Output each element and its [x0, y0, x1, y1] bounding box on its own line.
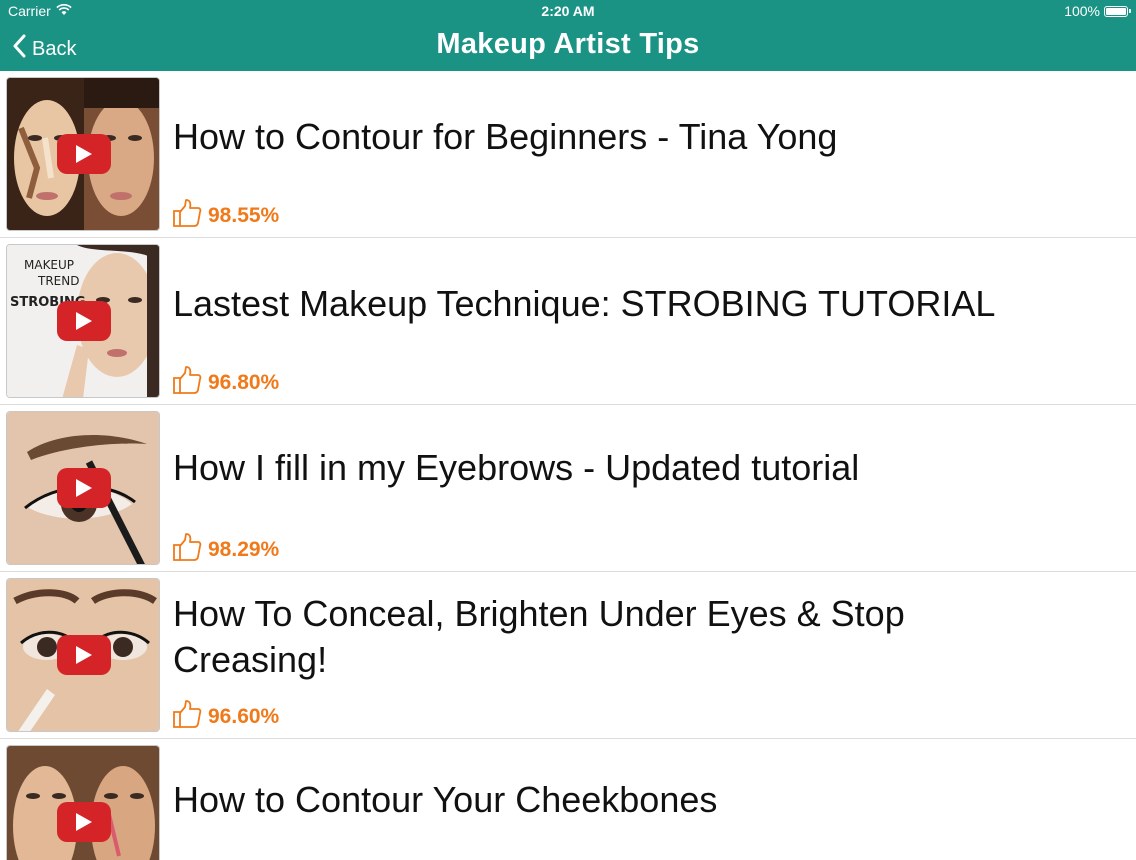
- play-icon: [57, 635, 111, 675]
- top-bar: Carrier 2:20 AM 100% Back Makeup Artist …: [0, 0, 1136, 71]
- video-row[interactable]: How I fill in my Eyebrows - Updated tuto…: [0, 405, 1136, 572]
- video-rating: 98.29%: [172, 532, 279, 568]
- battery-percent: 100%: [1064, 3, 1100, 19]
- thumbs-up-icon: [172, 532, 202, 568]
- thumbs-up-icon: [172, 198, 202, 234]
- battery-icon: [1104, 5, 1131, 17]
- rating-value: 98.55%: [208, 204, 280, 227]
- status-time: 2:20 AM: [541, 3, 595, 19]
- video-title: How To Conceal, Brighten Under Eyes & St…: [173, 593, 905, 680]
- video-row[interactable]: How to Contour for Beginners - Tina Yong…: [0, 71, 1136, 238]
- video-rating: 98.55%: [172, 198, 279, 234]
- play-icon: [57, 802, 111, 842]
- navigation-bar: Back Makeup Artist Tips: [0, 22, 1136, 71]
- video-thumbnail[interactable]: [6, 77, 160, 231]
- thumbs-up-icon: [172, 365, 202, 401]
- video-rating: 96.60%: [172, 699, 279, 735]
- video-rating: 96.80%: [172, 365, 279, 401]
- rating-value: 96.80%: [208, 371, 280, 394]
- video-title: How I fill in my Eyebrows - Updated tuto…: [173, 447, 860, 488]
- rating-value: 98.29%: [208, 538, 280, 561]
- battery-indicator: 100%: [1064, 3, 1131, 19]
- status-bar: Carrier 2:20 AM 100%: [0, 0, 1136, 22]
- video-thumbnail[interactable]: [6, 578, 160, 732]
- page-title: Makeup Artist Tips: [436, 28, 700, 60]
- thumbs-up-icon: [172, 699, 202, 735]
- video-title: Lastest Makeup Technique: STROBING TUTOR…: [173, 283, 996, 324]
- rating-value: 96.60%: [208, 705, 280, 728]
- video-thumbnail[interactable]: [6, 745, 160, 860]
- video-list: How to Contour for Beginners - Tina Yong…: [0, 71, 1136, 860]
- video-row[interactable]: How To Conceal, Brighten Under Eyes & St…: [0, 572, 1136, 739]
- video-title: How to Contour Your Cheekbones: [173, 779, 718, 820]
- play-icon: [57, 134, 111, 174]
- play-icon: [57, 301, 111, 341]
- video-thumbnail[interactable]: MAKEUP TREND STROBING: [6, 244, 160, 398]
- play-icon: [57, 468, 111, 508]
- video-title: How to Contour for Beginners - Tina Yong: [173, 116, 838, 157]
- video-row[interactable]: MAKEUP TREND STROBING Lastest Makeup Tec…: [0, 238, 1136, 405]
- video-row[interactable]: How to Contour Your Cheekbones: [0, 739, 1136, 860]
- video-thumbnail[interactable]: [6, 411, 160, 565]
